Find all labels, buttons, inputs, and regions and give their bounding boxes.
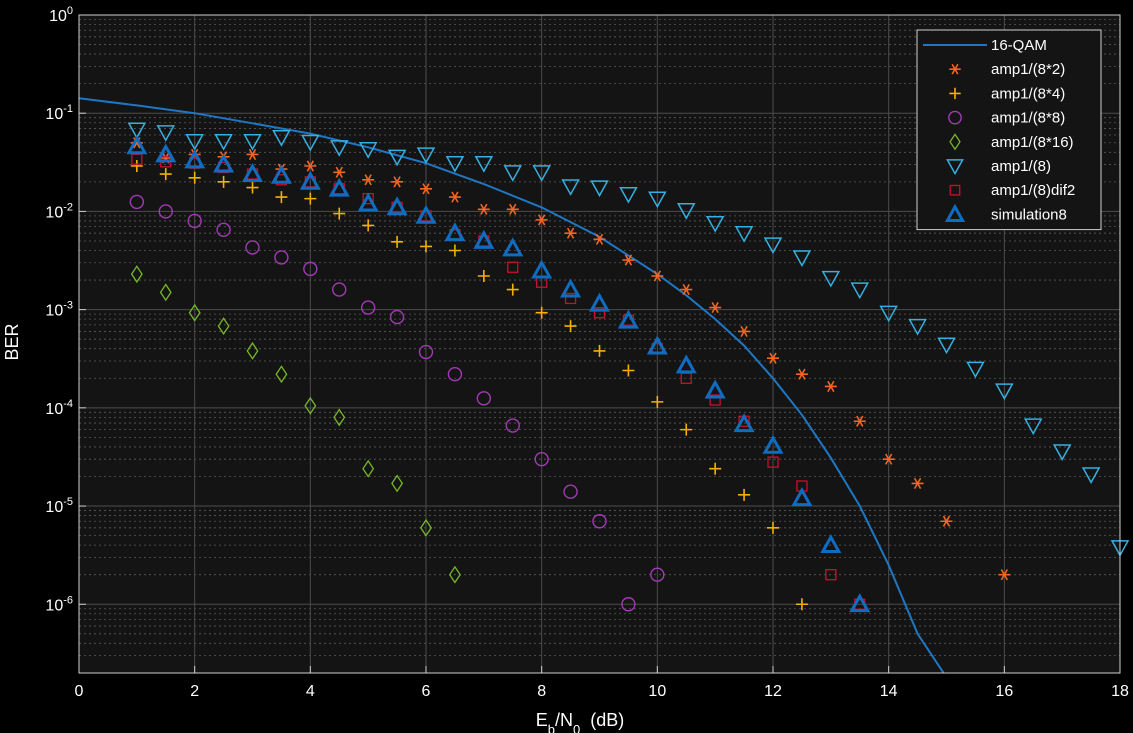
- x-axis-label-unit: (dB): [580, 710, 624, 730]
- legend-label: simulation8: [991, 206, 1067, 223]
- x-axis-label-mid: /N: [555, 710, 573, 730]
- legend-label: amp1/(8): [991, 158, 1051, 175]
- x-tick-label: 16: [995, 683, 1013, 700]
- x-tick-label: 14: [880, 683, 898, 700]
- legend-label: amp1/(8*16): [991, 134, 1074, 151]
- x-tick-label: 18: [1111, 683, 1129, 700]
- x-tick-label: 10: [648, 683, 666, 700]
- x-tick-label: 6: [422, 683, 431, 700]
- x-tick-label: 4: [306, 683, 315, 700]
- ber-chart: 0 2 4 6 8 10 12 14 16 18 10010-110-210-310-410-51…: [0, 0, 1133, 733]
- x-tick-label: 8: [537, 683, 546, 700]
- y-axis-label: BER: [2, 323, 22, 360]
- x-axis-label-sub2: 0: [573, 722, 580, 733]
- legend-label: amp1/(8*4): [991, 85, 1065, 102]
- x-axis-label-sub1: b: [548, 722, 555, 733]
- x-tick-label: 0: [75, 683, 84, 700]
- legend-box: [916, 29, 1102, 231]
- legend-label: 16-QAM: [991, 37, 1047, 54]
- legend: 16-QAM amp1/(8*2) amp1/(8*4) amp1/(8*8) amp1…: [916, 29, 1102, 231]
- x-tick-label: 2: [190, 683, 199, 700]
- legend-label: amp1/(8*8): [991, 110, 1065, 127]
- x-tick-label: 12: [764, 683, 782, 700]
- legend-label: amp1/(8*2): [991, 61, 1065, 78]
- legend-label: amp1/(8)dif2: [991, 182, 1075, 199]
- x-axis-label-base: E: [536, 710, 548, 730]
